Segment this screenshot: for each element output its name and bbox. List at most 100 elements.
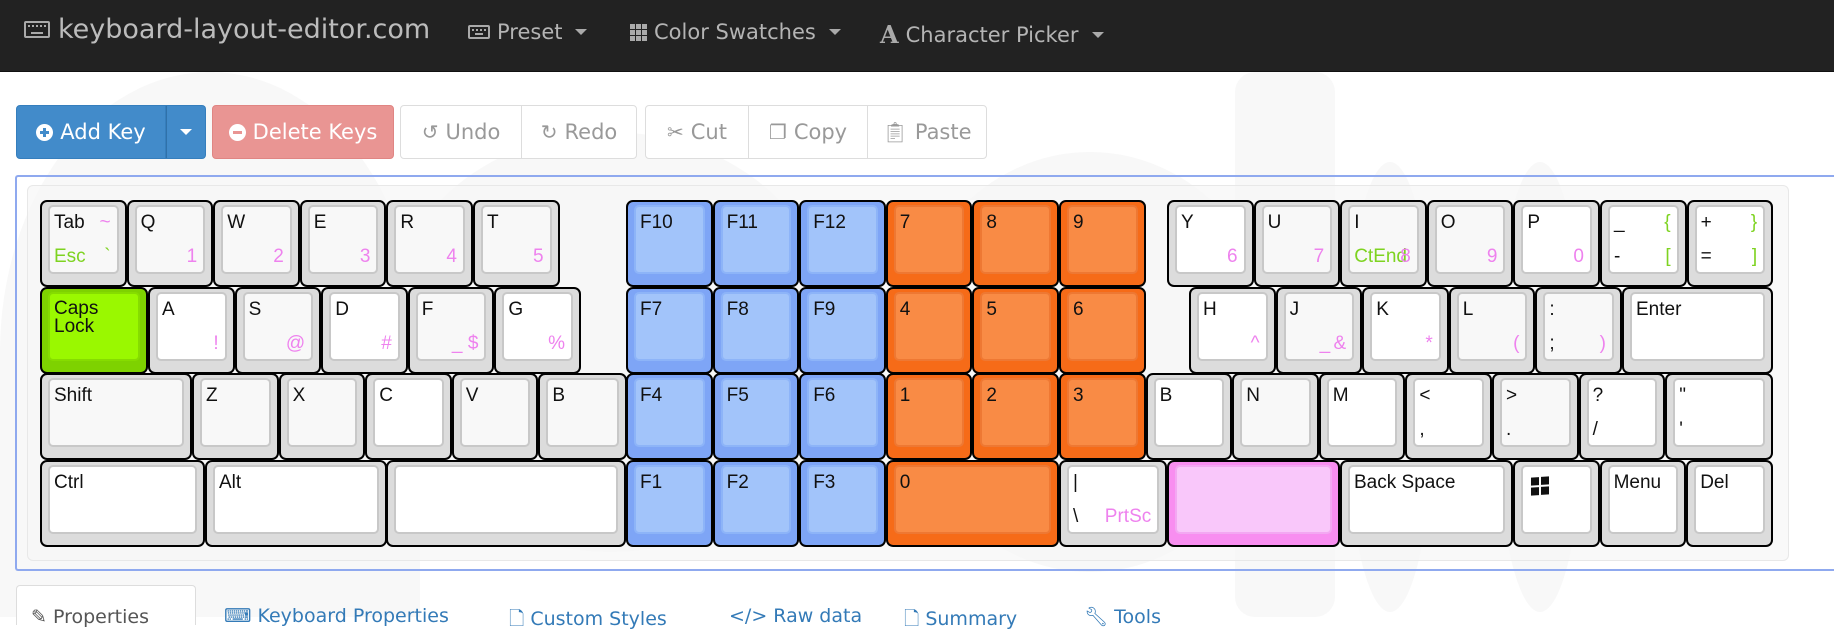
- caret-down-icon: [180, 129, 192, 135]
- key-menu[interactable]: Menu: [1599, 459, 1687, 547]
- key-num4[interactable]: 4: [885, 286, 973, 374]
- keycap-top: W2: [221, 205, 292, 274]
- key-j[interactable]: J _ &: [1275, 286, 1363, 374]
- properties-tabs: ✎ Properties ⌨ Keyboard Properties 🗋︎ Cu…: [0, 585, 1834, 630]
- key-o[interactable]: O9: [1426, 200, 1514, 287]
- undo-button[interactable]: ↺ Undo: [400, 105, 522, 159]
- key-s[interactable]: S @: [234, 286, 322, 374]
- key-win[interactable]: [1513, 459, 1600, 547]
- key-y[interactable]: Y6: [1167, 200, 1254, 287]
- key-d[interactable]: D #: [321, 286, 408, 374]
- tab-raw-data[interactable]: </> Raw data: [715, 585, 876, 627]
- key-pipe[interactable]: | \ PrtSc: [1059, 459, 1168, 547]
- key-space[interactable]: [386, 459, 626, 547]
- key-f6[interactable]: F6: [799, 373, 886, 460]
- key-num9[interactable]: 9: [1059, 200, 1146, 287]
- key-f9[interactable]: F9: [799, 286, 886, 374]
- key-minus[interactable]: _ {- [: [1600, 200, 1687, 287]
- cut-button[interactable]: ✂ Cut: [645, 105, 749, 159]
- key-u[interactable]: U7: [1253, 200, 1341, 287]
- key-i[interactable]: I CtEnd 8: [1340, 200, 1427, 287]
- key-b_right[interactable]: B: [1145, 373, 1233, 460]
- key-caps[interactable]: Caps Lock: [40, 286, 149, 374]
- key-num8[interactable]: 8: [972, 200, 1059, 287]
- keycap-top: B: [546, 378, 619, 447]
- key-f5[interactable]: F5: [712, 373, 800, 460]
- key-f1[interactable]: F1: [626, 459, 713, 547]
- key-f3[interactable]: F3: [799, 459, 886, 547]
- key-f8[interactable]: F8: [712, 286, 800, 374]
- key-b_left[interactable]: B: [538, 373, 627, 460]
- key-g[interactable]: G%: [494, 286, 581, 374]
- legend-tl: F8: [726, 298, 749, 320]
- key-tab[interactable]: Tab ~ Esc `: [40, 200, 127, 287]
- brand-link[interactable]: keyboard-layout-editor.com: [24, 14, 430, 45]
- key-equal[interactable]: +} =]: [1686, 200, 1774, 287]
- tab-tools[interactable]: 🔧︎ Tools: [1070, 585, 1175, 628]
- copy-button[interactable]: ❐ Copy: [748, 105, 868, 159]
- key-h[interactable]: H ^: [1189, 286, 1276, 374]
- key-q[interactable]: Q1: [126, 200, 214, 287]
- delete-keys-button[interactable]: Delete Keys: [212, 105, 394, 159]
- key-shift[interactable]: Shift: [40, 373, 192, 460]
- legend-tl: D: [335, 298, 349, 320]
- key-pink_blank[interactable]: [1167, 459, 1341, 547]
- key-p[interactable]: P0: [1513, 200, 1600, 287]
- key-c[interactable]: C: [365, 373, 452, 460]
- key-k[interactable]: K *: [1362, 286, 1449, 374]
- legend-bl: ;: [1549, 332, 1555, 354]
- keycap-top: X: [286, 378, 358, 447]
- legend-tl: F1: [640, 471, 663, 493]
- key-num0[interactable]: 0: [885, 459, 1059, 547]
- key-num6[interactable]: 6: [1059, 286, 1146, 374]
- paste-button[interactable]: 📋︎ Paste: [867, 105, 987, 159]
- key-enter[interactable]: Enter: [1622, 286, 1773, 374]
- key-t[interactable]: T5: [473, 200, 560, 287]
- key-f4[interactable]: F4: [626, 373, 713, 460]
- key-quote[interactable]: " ': [1665, 373, 1773, 460]
- key-num2[interactable]: 2: [972, 373, 1059, 460]
- color-swatches-menu[interactable]: Color Swatches: [630, 20, 841, 44]
- keycap-top: D #: [329, 291, 400, 361]
- tab-custom-styles[interactable]: 🗋︎ Custom Styles: [495, 585, 681, 630]
- key-comma[interactable]: <,: [1405, 373, 1492, 460]
- key-period[interactable]: >.: [1492, 373, 1579, 460]
- add-key-button[interactable]: Add Key: [16, 105, 166, 159]
- key-a[interactable]: A!: [148, 286, 235, 374]
- keycap-top: J _ &: [1283, 291, 1355, 361]
- character-picker-menu[interactable]: A Character Picker: [880, 20, 1104, 49]
- key-slash[interactable]: ? /: [1578, 373, 1666, 460]
- redo-button[interactable]: ↻ Redo: [521, 105, 637, 159]
- key-num5[interactable]: 5: [972, 286, 1059, 374]
- key-alt[interactable]: Alt: [205, 459, 387, 547]
- key-num3[interactable]: 3: [1059, 373, 1146, 460]
- key-backspace[interactable]: Back Space: [1340, 459, 1514, 547]
- key-f10[interactable]: F10: [626, 200, 713, 287]
- key-f[interactable]: F _ $: [407, 286, 495, 374]
- add-key-dropdown-button[interactable]: [166, 105, 206, 159]
- key-num1[interactable]: 1: [885, 373, 973, 460]
- key-f11[interactable]: F11: [712, 200, 800, 287]
- keycap-top: N: [1240, 378, 1311, 447]
- key-r[interactable]: R4: [386, 200, 473, 287]
- key-m[interactable]: M: [1318, 373, 1406, 460]
- key-f12[interactable]: F12: [799, 200, 886, 287]
- key-num7[interactable]: 7: [885, 200, 973, 287]
- key-f2[interactable]: F2: [712, 459, 800, 547]
- preset-menu[interactable]: Preset: [468, 20, 588, 44]
- key-semicolon[interactable]: :;): [1535, 286, 1622, 374]
- key-f7[interactable]: F7: [626, 286, 713, 374]
- key-z[interactable]: Z: [192, 373, 279, 460]
- key-ctrl[interactable]: Ctrl: [40, 459, 205, 547]
- key-w[interactable]: W2: [213, 200, 300, 287]
- legend-tl: U: [1267, 212, 1282, 233]
- key-n[interactable]: N: [1232, 373, 1319, 460]
- tab-properties[interactable]: ✎ Properties: [16, 585, 196, 628]
- key-l[interactable]: L(: [1448, 286, 1536, 374]
- key-v[interactable]: V: [451, 373, 539, 460]
- key-del[interactable]: Del: [1686, 459, 1773, 547]
- tab-summary[interactable]: 🗋︎ Summary: [890, 585, 1031, 630]
- tab-keyboard-properties[interactable]: ⌨ Keyboard Properties: [210, 585, 463, 627]
- key-e[interactable]: E3: [299, 200, 387, 287]
- key-x[interactable]: X: [278, 373, 366, 460]
